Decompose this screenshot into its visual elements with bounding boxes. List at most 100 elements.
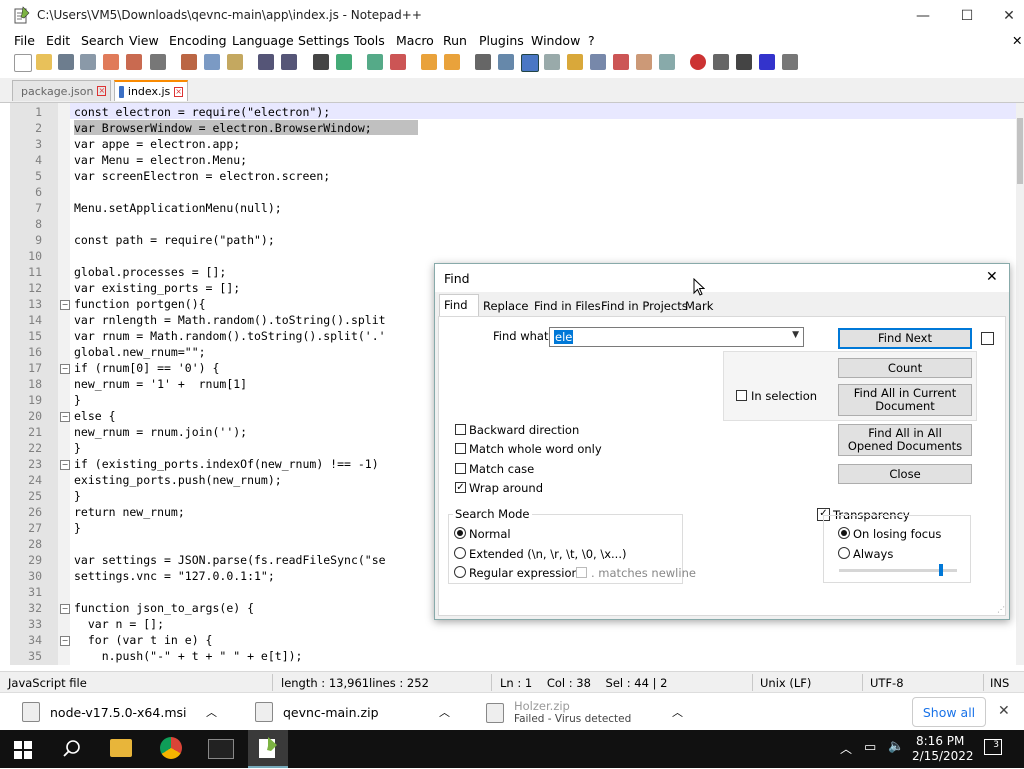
redo-icon[interactable] xyxy=(281,54,297,70)
close-shelf-button[interactable]: ✕ xyxy=(998,703,1010,719)
save-all-icon[interactable] xyxy=(80,54,96,70)
menu-settings[interactable]: Settings xyxy=(298,33,349,48)
doc-map-icon[interactable] xyxy=(567,54,583,70)
find-dialog-close-button[interactable]: ✕ xyxy=(986,269,998,285)
close-all-icon[interactable] xyxy=(126,54,142,70)
match-case-checkbox[interactable] xyxy=(455,463,466,474)
code-line[interactable]: if (rnum[0] == '0') { xyxy=(74,360,219,376)
chevron-up-icon[interactable]: ︿ xyxy=(206,704,217,720)
scrollbar-thumb[interactable] xyxy=(1017,118,1023,184)
folder-workspace-icon[interactable] xyxy=(613,54,629,70)
code-line[interactable]: global.processes = []; xyxy=(74,264,226,280)
close-tab-icon[interactable]: × xyxy=(174,86,183,97)
chevron-up-icon[interactable]: ︿ xyxy=(672,704,683,720)
vertical-scrollbar[interactable] xyxy=(1016,103,1024,665)
play-macro-icon[interactable] xyxy=(736,54,752,70)
code-line[interactable]: var n = []; xyxy=(74,616,164,632)
menu-run[interactable]: Run xyxy=(443,33,467,48)
menu-window[interactable]: Window xyxy=(531,33,580,48)
open-file-icon[interactable] xyxy=(36,54,52,70)
find-next-button[interactable]: Find Next xyxy=(838,328,972,349)
code-line[interactable]: Menu.setApplicationMenu(null); xyxy=(74,200,282,216)
find-all-opened-documents-button[interactable]: Find All in All Opened Documents xyxy=(838,424,972,456)
network-icon[interactable]: ▭ xyxy=(864,740,876,755)
menu-close-document[interactable]: ✕ xyxy=(1012,33,1022,48)
code-line[interactable]: new_rnum = '1' + rnum[1] xyxy=(74,376,247,392)
code-line[interactable]: } xyxy=(74,520,81,536)
transparency-always-radio[interactable] xyxy=(838,547,850,559)
download-item[interactable]: Holzer.zip Failed - Virus detected ︿ xyxy=(486,693,734,731)
code-line[interactable]: function json_to_args(e) { xyxy=(74,600,254,616)
fold-toggle-icon[interactable]: − xyxy=(60,300,70,310)
menu-edit[interactable]: Edit xyxy=(46,33,70,48)
backward-direction-checkbox[interactable] xyxy=(455,424,466,435)
notepad-plus-plus-taskbar-icon[interactable] xyxy=(248,730,288,768)
tab-replace[interactable]: Replace xyxy=(483,299,529,313)
tab-index-js[interactable]: index.js × xyxy=(114,80,188,101)
code-line[interactable]: for (var t in e) { xyxy=(74,632,213,648)
count-button[interactable]: Count xyxy=(838,358,972,378)
taskbar-date[interactable]: 2/15/2022 xyxy=(912,749,974,763)
monitoring-icon[interactable] xyxy=(636,54,652,70)
code-line[interactable]: var BrowserWindow = electron.BrowserWind… xyxy=(74,120,372,136)
tab-find[interactable]: Find xyxy=(444,298,468,312)
code-line[interactable]: function portgen(){ xyxy=(74,296,206,312)
find-all-current-document-button[interactable]: Find All in Current Document xyxy=(838,384,972,416)
taskbar-time[interactable]: 8:16 PM xyxy=(916,734,964,748)
record-macro-icon[interactable] xyxy=(690,54,706,70)
in-selection-checkbox[interactable] xyxy=(736,390,747,401)
matches-newline-checkbox[interactable] xyxy=(576,567,587,578)
chevron-up-icon[interactable]: ︿ xyxy=(840,740,852,757)
code-line[interactable]: const electron = require("electron"); xyxy=(74,104,330,120)
stop-macro-icon[interactable] xyxy=(713,54,729,70)
menu-search[interactable]: Search xyxy=(81,33,124,48)
chevron-up-icon[interactable]: ︿ xyxy=(439,704,450,720)
close-tab-icon[interactable]: × xyxy=(97,86,107,96)
file-explorer-icon[interactable] xyxy=(110,739,132,757)
paste-icon[interactable] xyxy=(227,54,243,70)
code-line[interactable]: return new_rnum; xyxy=(74,504,185,520)
word-wrap-icon[interactable] xyxy=(475,54,491,70)
sync-vertical-icon[interactable] xyxy=(421,54,437,70)
fold-toggle-icon[interactable]: − xyxy=(60,460,70,470)
match-whole-word-checkbox[interactable] xyxy=(455,443,466,454)
notification-center-icon[interactable]: 3 xyxy=(984,739,1002,755)
code-line[interactable]: var rnum = Math.random().toString().spli… xyxy=(74,328,386,344)
zoom-in-icon[interactable] xyxy=(367,54,383,70)
code-line[interactable]: var rnlength = Math.random().toString().… xyxy=(74,312,386,328)
search-icon[interactable] xyxy=(62,739,82,759)
show-all-downloads-button[interactable]: Show all xyxy=(912,697,986,727)
sync-horizontal-icon[interactable] xyxy=(444,54,460,70)
function-list-icon[interactable] xyxy=(590,54,606,70)
find-what-input[interactable]: ele ▼ xyxy=(549,327,804,347)
code-line[interactable]: n.push("-" + t + " " + e[t]); xyxy=(74,648,303,664)
close-file-icon[interactable] xyxy=(103,54,119,70)
code-line[interactable]: var Menu = electron.Menu; xyxy=(74,152,247,168)
two-buttons-checkbox[interactable] xyxy=(981,332,994,345)
chevron-down-icon[interactable]: ▼ xyxy=(792,330,799,340)
find-icon[interactable] xyxy=(313,54,329,70)
fold-toggle-icon[interactable]: − xyxy=(60,636,70,646)
tab-package-json[interactable]: package.json × xyxy=(12,80,111,101)
download-item[interactable]: qevnc-main.zip ︿ xyxy=(255,693,475,731)
run-macro-multiple-icon[interactable] xyxy=(759,54,775,70)
search-mode-regex-radio[interactable] xyxy=(454,566,466,578)
menu-macro[interactable]: Macro xyxy=(396,33,434,48)
windows-start-icon[interactable] xyxy=(14,741,32,759)
search-mode-extended-radio[interactable] xyxy=(454,547,466,559)
indent-guide-icon[interactable] xyxy=(521,54,539,72)
search-mode-normal-radio[interactable] xyxy=(454,527,466,539)
print-icon[interactable] xyxy=(150,54,166,70)
menu-tools[interactable]: Tools xyxy=(354,33,385,48)
transparency-slider-thumb[interactable] xyxy=(939,564,943,576)
new-file-icon[interactable] xyxy=(14,54,32,72)
zoom-out-icon[interactable] xyxy=(390,54,406,70)
code-line[interactable]: var appe = electron.app; xyxy=(74,136,240,152)
code-line[interactable]: else { xyxy=(74,408,116,424)
cut-icon[interactable] xyxy=(181,54,197,70)
resize-grip-icon[interactable]: ⋰ xyxy=(997,605,1007,615)
menu-plugins[interactable]: Plugins xyxy=(479,33,524,48)
transparency-on-losing-focus-radio[interactable] xyxy=(838,527,850,539)
wrap-around-checkbox[interactable]: ✓ xyxy=(455,482,466,493)
tab-find-in-files[interactable]: Find in Files xyxy=(534,299,601,313)
